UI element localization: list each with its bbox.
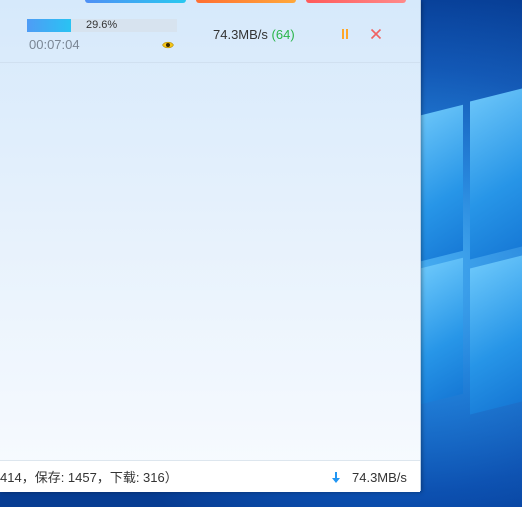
download-arrow-icon — [330, 471, 342, 485]
download-speed: 74.3MB/s (64) — [213, 27, 295, 43]
windows-logo-pane — [470, 88, 522, 260]
status-bar: 414，保存: 1457，下载: 316） 74.3MB/s — [0, 460, 420, 492]
download-task-row[interactable]: 29.6% 00:07:04 74.3MB/s (64) — [0, 8, 420, 63]
cancel-button[interactable] — [369, 27, 383, 41]
pause-icon — [342, 29, 348, 39]
windows-logo-pane — [421, 257, 463, 405]
category-tab-stub[interactable] — [196, 0, 296, 3]
windows-logo-pane — [421, 104, 463, 262]
windows-logo-pane — [470, 255, 522, 415]
category-tab-stub[interactable] — [306, 0, 406, 3]
total-download-speed: 74.3MB/s — [352, 470, 407, 485]
progress-percent: 29.6% — [86, 19, 118, 31]
category-tab-stub[interactable] — [85, 0, 186, 3]
connection-count: (64) — [271, 27, 295, 42]
speed-value: 74.3MB/s — [213, 27, 268, 42]
progress-bar-fill — [27, 19, 72, 32]
elapsed-time: 00:07:04 — [29, 37, 80, 52]
eye-icon[interactable] — [162, 38, 174, 50]
close-icon — [370, 28, 382, 40]
status-summary: 414，保存: 1457，下载: 316） — [0, 470, 178, 485]
downloader-window: 29.6% 00:07:04 74.3MB/s (64) 414，保存: 145… — [0, 0, 421, 492]
pause-button[interactable] — [338, 27, 352, 41]
